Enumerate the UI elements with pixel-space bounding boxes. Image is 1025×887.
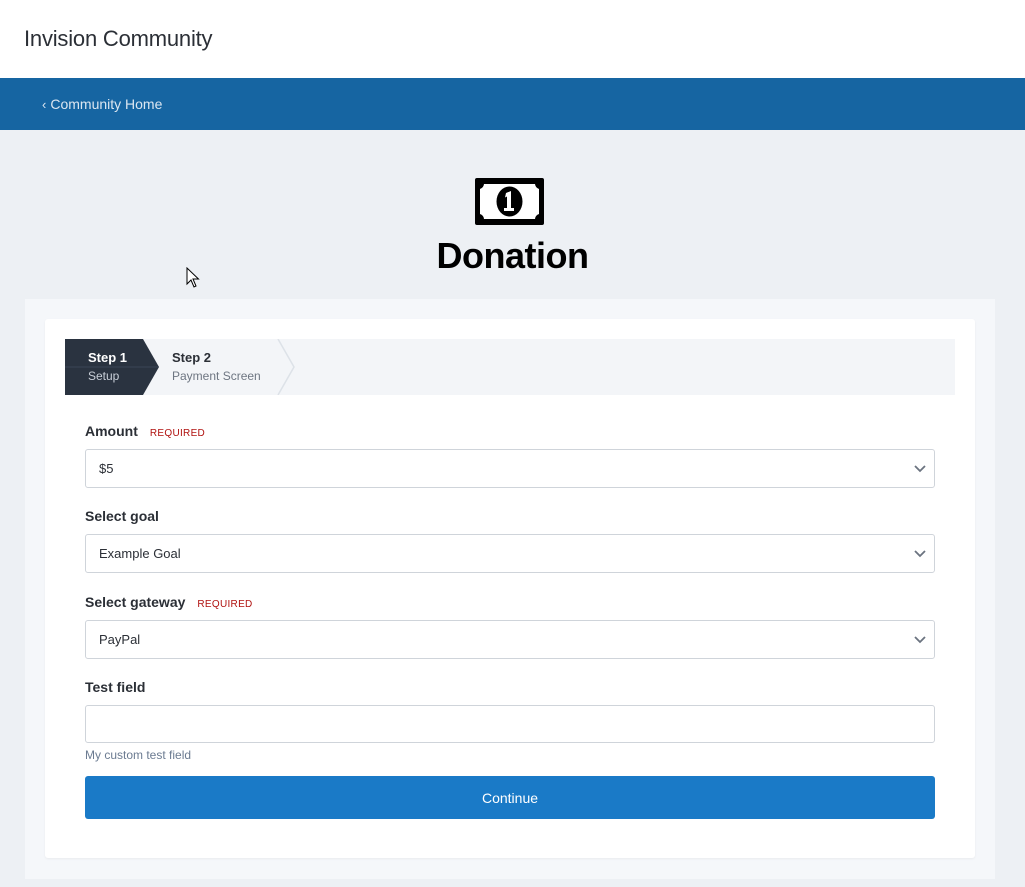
community-home-label: Community Home [50, 96, 163, 112]
gateway-select[interactable]: PayPal [85, 620, 935, 659]
step-2-label: Step 2 [172, 350, 212, 365]
chevron-down-icon [914, 464, 926, 472]
test-field-label: Test field [85, 679, 146, 695]
page-hero: Donation [0, 130, 1025, 299]
gateway-field: Select gateway REQUIRED PayPal [85, 594, 935, 659]
amount-select[interactable]: $5 [85, 449, 935, 488]
page-title: Donation [436, 235, 589, 276]
amount-required-badge: REQUIRED [149, 428, 206, 439]
gateway-value: PayPal [99, 632, 141, 647]
continue-button[interactable]: Continue [85, 776, 935, 819]
wizard-step-1[interactable]: Step 1 Setup [65, 339, 159, 395]
community-home-link[interactable]: ‹ Community Home [42, 96, 162, 112]
test-field-hint: My custom test field [85, 748, 192, 762]
chevron-down-icon [914, 549, 926, 557]
goal-value: Example Goal [99, 546, 181, 561]
goal-select[interactable]: Example Goal [85, 534, 935, 573]
site-title[interactable]: Invision Community [24, 26, 213, 52]
test-field: Test field My custom test field [85, 679, 935, 762]
test-field-input[interactable] [85, 705, 935, 743]
wizard-steps: Step 1 Setup Step 2 Payment Screen [65, 339, 955, 395]
chevron-left-icon: ‹ [42, 96, 47, 112]
mouse-cursor-icon [186, 267, 200, 288]
gateway-label: Select gateway [85, 594, 186, 610]
goal-label: Select goal [85, 508, 159, 524]
amount-label: Amount [85, 423, 138, 439]
amount-field: Amount REQUIRED $5 [85, 423, 935, 488]
donation-form: Step 1 Setup Step 2 Payment Screen Amoun… [45, 319, 975, 858]
money-bill-icon [475, 178, 544, 225]
step-separator-icon [277, 339, 295, 395]
wizard-step-2[interactable]: Step 2 Payment Screen [172, 339, 261, 395]
navbar: ‹ Community Home [0, 78, 1025, 130]
amount-value: $5 [99, 461, 114, 476]
donation-panel: Step 1 Setup Step 2 Payment Screen Amoun… [25, 299, 995, 879]
site-header: Invision Community [0, 0, 1025, 78]
step-1-label: Step 1 [88, 350, 128, 365]
step-1-sub: Setup [88, 369, 120, 383]
goal-field: Select goal Example Goal [85, 508, 935, 573]
gateway-required-badge: REQUIRED [197, 599, 253, 610]
step-2-sub: Payment Screen [172, 369, 261, 383]
chevron-down-icon [914, 635, 926, 643]
